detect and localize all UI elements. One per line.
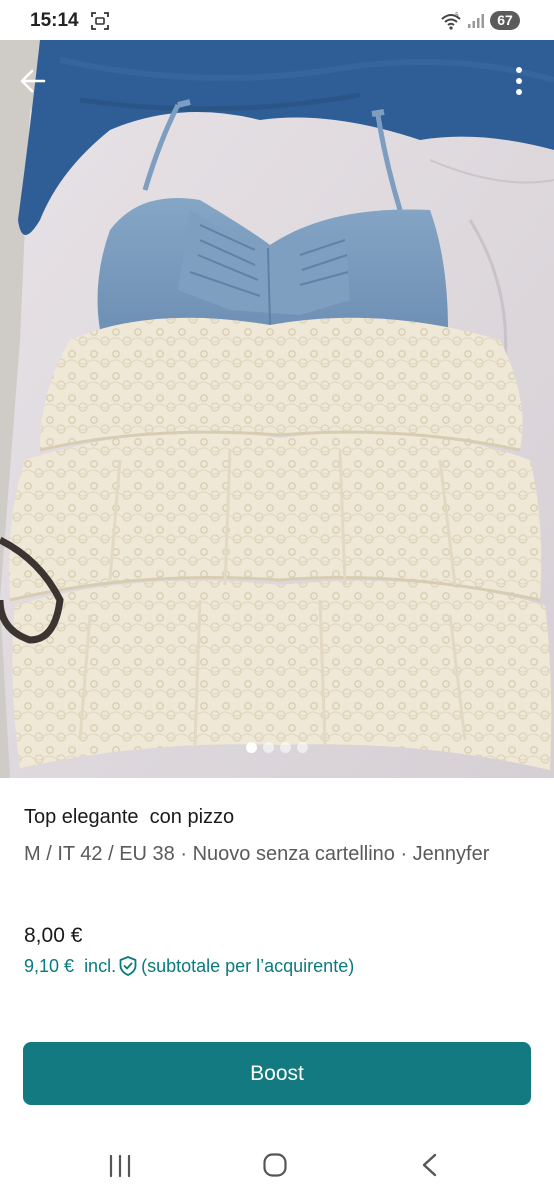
signal-icon [468, 14, 484, 28]
status-time: 15:14 [30, 10, 79, 31]
buyer-protection-price[interactable]: 9,10 € incl. (subtotale per l’acquirente… [24, 955, 354, 977]
item-meta[interactable]: M / IT 42 / EU 38 · Nuovo senza cartelli… [24, 838, 524, 870]
status-bar: 15:14 5 67 [0, 0, 554, 40]
item-title: Top elegante con pizzo [24, 806, 235, 828]
pager-dot[interactable] [246, 742, 257, 753]
item-price: 8,00 € [24, 924, 83, 947]
battery-indicator: 67 [490, 11, 520, 30]
arrow-left-icon [20, 69, 46, 93]
back-button[interactable] [14, 62, 52, 100]
product-photo-carousel[interactable] [0, 40, 554, 778]
boost-button[interactable]: Boost [23, 1042, 531, 1105]
system-nav-bar [0, 1130, 554, 1200]
home-icon[interactable] [262, 1152, 288, 1178]
shield-check-icon [119, 956, 137, 976]
photo-pager [0, 742, 554, 754]
fee-note: (subtotale per l’acquirente) [141, 955, 355, 976]
more-vertical-icon [516, 67, 522, 95]
product-photo [0, 40, 554, 778]
pager-dot[interactable] [297, 742, 308, 753]
pager-dot[interactable] [280, 742, 291, 753]
listing-screen: 15:14 5 67 Top elegante con pizzo M / IT… [0, 0, 554, 1200]
price-with-fee: 9,10 € [24, 955, 75, 976]
svg-text:5: 5 [455, 12, 459, 19]
incl-label: incl. [84, 955, 117, 976]
back-nav-icon[interactable] [419, 1152, 441, 1178]
recent-apps-icon[interactable] [106, 1153, 134, 1179]
more-options-button[interactable] [500, 62, 538, 100]
wifi-icon: 5 [441, 12, 461, 30]
screenshot-icon [91, 12, 109, 30]
pager-dot[interactable] [263, 742, 274, 753]
